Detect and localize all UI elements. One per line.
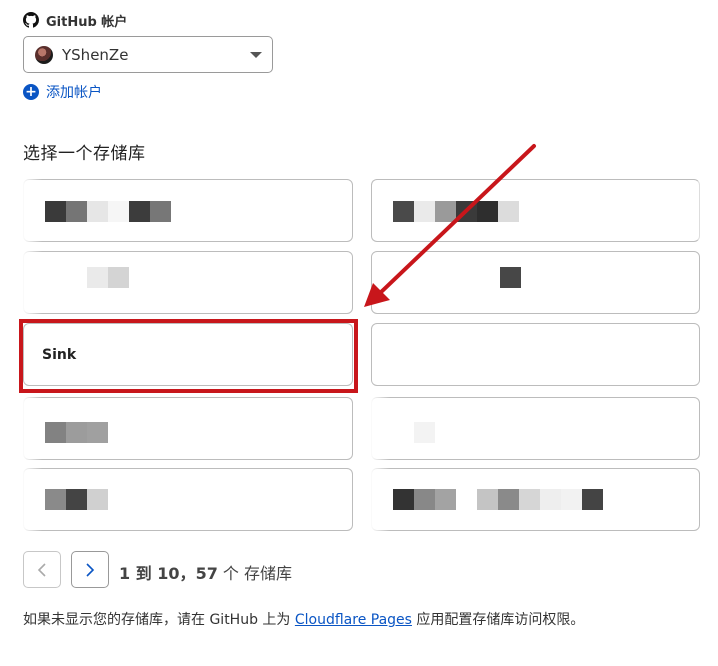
- footer-text-before: 如果未显示您的存储库，请在 GitHub 上为: [23, 612, 295, 628]
- chevron-left-icon: [37, 562, 46, 577]
- previous-page-button[interactable]: [23, 551, 61, 588]
- pagination-unit: 个 存储库: [222, 564, 293, 583]
- pagination-status: 1 到 10，57 个 存储库: [119, 560, 292, 584]
- footer-text-after: 应用配置存储库访问权限。: [411, 612, 585, 628]
- cloudflare-pages-link[interactable]: Cloudflare Pages: [295, 612, 412, 628]
- pagination-range: 1 到 10: [119, 564, 180, 583]
- pagination-count: 57: [195, 564, 218, 583]
- pagination-separator: ，: [179, 564, 196, 583]
- chevron-right-icon: [86, 562, 95, 577]
- next-page-button[interactable]: [71, 551, 109, 588]
- footer-note: 如果未显示您的存储库，请在 GitHub 上为 Cloudflare Pages…: [23, 609, 584, 629]
